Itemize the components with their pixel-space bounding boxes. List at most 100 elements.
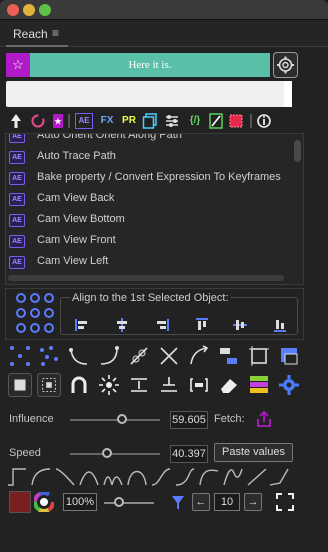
list-item[interactable]: AE Cam View Bottom xyxy=(6,210,293,231)
ae-badge-icon: AE xyxy=(9,134,25,143)
minimize-button[interactable] xyxy=(23,4,35,16)
speed-slider[interactable] xyxy=(70,453,160,455)
anchor-point[interactable] xyxy=(44,308,54,318)
funnel-marker-icon[interactable] xyxy=(170,493,186,513)
ease-out-icon[interactable] xyxy=(54,465,76,487)
anchor-point[interactable] xyxy=(30,323,40,333)
vertical-scrollbar[interactable] xyxy=(294,140,301,162)
align-bottom-icon[interactable] xyxy=(273,318,287,332)
zoom-slider-knob[interactable] xyxy=(114,497,124,507)
cross-arrows-icon[interactable] xyxy=(157,344,181,368)
list-item[interactable]: AE Cam View Left xyxy=(6,252,293,273)
influence-slider-knob[interactable] xyxy=(117,414,128,424)
horizontal-scrollbar[interactable] xyxy=(8,275,284,281)
speed-value[interactable]: 40.397 xyxy=(170,445,208,463)
fit-dashed-icon[interactable] xyxy=(37,373,61,397)
ease-arch-icon[interactable] xyxy=(126,465,148,487)
connect-icon[interactable] xyxy=(127,344,151,368)
ease-in-icon[interactable] xyxy=(30,465,52,487)
list-item[interactable]: AE Auto Orient Orient Along Path xyxy=(6,134,293,147)
prev-button[interactable]: ← xyxy=(192,493,210,511)
zoom-slider[interactable] xyxy=(104,502,154,504)
stagger-icon[interactable] xyxy=(217,344,241,368)
toolbar-divider xyxy=(68,114,70,128)
eraser-icon[interactable] xyxy=(217,373,241,397)
anchor-grid[interactable] xyxy=(14,292,56,336)
ease-smooth-icon[interactable] xyxy=(150,465,172,487)
bookmark-icon[interactable]: ★ xyxy=(51,111,65,131)
ease-ramp-icon[interactable] xyxy=(246,465,268,487)
align-right-icon[interactable] xyxy=(155,318,169,332)
color-swatch[interactable] xyxy=(9,491,31,513)
settings-cog-icon[interactable] xyxy=(277,373,301,397)
ease-steep-icon[interactable] xyxy=(174,465,196,487)
influence-value[interactable]: 59.605 xyxy=(170,411,208,429)
list-item[interactable]: AE Cam View Front xyxy=(6,231,293,252)
star-icon[interactable]: ☆ xyxy=(6,53,30,77)
fit-frame-icon[interactable] xyxy=(8,373,32,397)
bracket-text-icon[interactable] xyxy=(187,373,211,397)
align-vcenter-icon[interactable] xyxy=(233,318,247,332)
precompose-icon[interactable] xyxy=(277,344,301,368)
ease-soft-icon[interactable] xyxy=(198,465,220,487)
color-wheel-icon[interactable] xyxy=(34,492,54,512)
paste-values-button[interactable]: Paste values xyxy=(214,443,293,462)
anchor-point[interactable] xyxy=(30,293,40,303)
ease-overshoot-icon[interactable] xyxy=(222,465,244,487)
refresh-icon[interactable] xyxy=(30,111,46,131)
list-item[interactable]: AE Bake property / Convert Expression To … xyxy=(6,168,293,189)
list-item[interactable]: AE Cam View Back xyxy=(6,189,293,210)
pr-button[interactable]: PR xyxy=(121,111,137,131)
search-input[interactable] xyxy=(6,81,292,107)
sliders-icon[interactable] xyxy=(164,111,180,131)
curve-left-icon[interactable] xyxy=(67,344,91,368)
list-item[interactable]: AE Auto Trace Path xyxy=(6,147,293,168)
align-left-icon[interactable] xyxy=(75,318,89,332)
ease-in-out-icon[interactable] xyxy=(78,465,100,487)
align-hcenter-icon[interactable] xyxy=(115,318,129,332)
anchor-point[interactable] xyxy=(44,293,54,303)
ae-button[interactable]: AE xyxy=(75,113,93,129)
path-arrow-icon[interactable] xyxy=(187,344,211,368)
ease-bounce-icon[interactable] xyxy=(102,465,124,487)
curve-right-icon[interactable] xyxy=(97,344,121,368)
anchor-point[interactable] xyxy=(16,293,26,303)
ae-badge-icon: AE xyxy=(9,193,25,206)
null-object-icon[interactable] xyxy=(228,111,244,131)
fx-button[interactable]: FX xyxy=(99,111,115,131)
distribute-dots-icon[interactable] xyxy=(8,344,32,368)
color-stack-icon[interactable] xyxy=(247,373,271,397)
random-dots-icon[interactable] xyxy=(37,344,61,368)
edit-code-icon[interactable] xyxy=(208,111,224,131)
burst-icon[interactable] xyxy=(97,373,121,397)
anchor-point[interactable] xyxy=(44,323,54,333)
fetch-upload-icon[interactable] xyxy=(254,409,274,429)
close-button[interactable] xyxy=(7,4,19,16)
ease-linear-icon[interactable] xyxy=(6,465,28,487)
align-top-icon[interactable] xyxy=(195,318,209,332)
tab-reach[interactable]: Reach xyxy=(13,27,48,41)
step-counter[interactable]: 10 xyxy=(214,493,240,511)
influence-slider[interactable] xyxy=(70,419,160,421)
fullscreen-icon[interactable] xyxy=(275,492,295,512)
anchor-point[interactable] xyxy=(30,308,40,318)
ease-sharp-icon[interactable] xyxy=(268,465,290,487)
code-button[interactable]: {/} xyxy=(185,111,205,131)
anchor-point[interactable] xyxy=(16,308,26,318)
zoom-field[interactable]: 100% xyxy=(63,493,97,511)
zoom-button[interactable] xyxy=(39,4,51,16)
next-button[interactable]: → xyxy=(244,493,262,511)
align-baseline-icon[interactable] xyxy=(127,373,151,397)
toolbar-divider-2 xyxy=(250,114,252,128)
magnet-icon[interactable] xyxy=(67,373,91,397)
anchor-point[interactable] xyxy=(16,323,26,333)
speed-slider-knob[interactable] xyxy=(102,448,112,458)
script-list[interactable]: AE Auto Orient Orient Along Path AE Auto T… xyxy=(5,133,304,285)
info-icon[interactable] xyxy=(256,111,272,131)
settings-button[interactable] xyxy=(273,52,298,78)
crop-icon[interactable] xyxy=(247,344,271,368)
pin-arrow-icon[interactable] xyxy=(9,111,23,131)
panel-menu-icon[interactable]: ≡ xyxy=(52,26,59,40)
align-lines-icon[interactable] xyxy=(157,373,181,397)
layers-icon[interactable] xyxy=(142,111,158,131)
